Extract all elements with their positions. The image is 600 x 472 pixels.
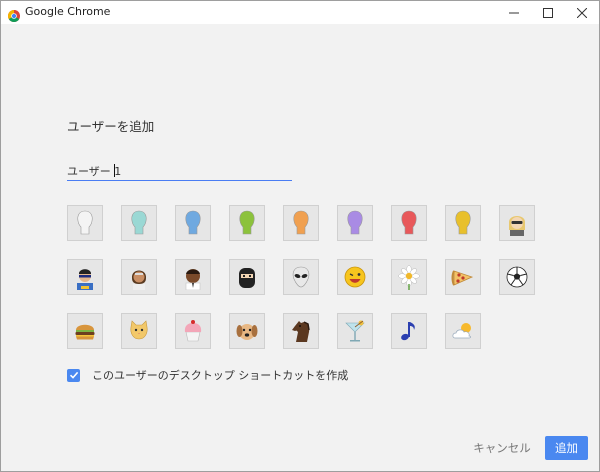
avatar-option[interactable]: [175, 205, 211, 241]
avatar-option[interactable]: [499, 205, 535, 241]
desktop-shortcut-option[interactable]: このユーザーのデスクトップ ショートカットを作成: [67, 367, 348, 383]
minimize-icon: [509, 3, 519, 22]
avatar-secret-agent-icon: [504, 210, 530, 236]
avatar-option[interactable]: [499, 259, 535, 295]
avatar-option[interactable]: [283, 205, 319, 241]
title-bar[interactable]: Google Chrome: [1, 1, 599, 24]
checkmark-icon: [69, 371, 78, 379]
avatar-dog-icon: [234, 318, 260, 344]
avatar-businessman-icon: [180, 264, 206, 290]
close-button[interactable]: [565, 1, 599, 24]
avatar-option[interactable]: [67, 259, 103, 295]
avatar-option[interactable]: [337, 205, 373, 241]
add-button[interactable]: 追加: [545, 436, 588, 460]
avatar-option[interactable]: [445, 205, 481, 241]
avatar-option[interactable]: [337, 313, 373, 349]
avatar-generic-blue-icon: [182, 210, 204, 236]
avatar-generic-orange-icon: [290, 210, 312, 236]
avatar-smiley-icon: [342, 264, 368, 290]
avatar-option[interactable]: [229, 259, 265, 295]
avatar-option[interactable]: [229, 205, 265, 241]
avatar-generic-purple-icon: [344, 210, 366, 236]
avatar-option[interactable]: [283, 313, 319, 349]
avatar-sun-cloud-icon: [450, 318, 476, 344]
avatar-music-note-icon: [396, 318, 422, 344]
chrome-window: Google Chrome ユーザーを追加 このユーザーのデスクトップ ショート…: [0, 0, 600, 472]
avatar-cat-icon: [126, 318, 152, 344]
desktop-shortcut-checkbox[interactable]: [67, 368, 80, 382]
avatar-generic-white-icon: [74, 210, 96, 236]
avatar-volleyball-player-icon: [126, 264, 152, 290]
avatar-generic-cyan-icon: [128, 210, 150, 236]
avatar-option[interactable]: [283, 259, 319, 295]
avatar-pizza-icon: [450, 264, 476, 290]
avatar-option[interactable]: [391, 313, 427, 349]
avatar-option[interactable]: [337, 259, 373, 295]
avatar-option[interactable]: [67, 205, 103, 241]
avatar-option[interactable]: [175, 313, 211, 349]
chrome-logo-icon: [7, 7, 20, 23]
avatar-horse-icon: [288, 318, 314, 344]
avatar-option[interactable]: [445, 313, 481, 349]
window-title: Google Chrome: [25, 5, 111, 18]
avatar-option[interactable]: [121, 313, 157, 349]
avatar-option[interactable]: [445, 259, 481, 295]
text-cursor: [114, 164, 115, 177]
avatar-cupcake-icon: [180, 318, 206, 344]
avatar-flower-icon: [396, 264, 422, 290]
maximize-button[interactable]: [531, 1, 565, 24]
avatar-generic-green-icon: [236, 210, 258, 236]
avatar-option[interactable]: [391, 205, 427, 241]
avatar-burger-icon: [72, 318, 98, 344]
avatar-option[interactable]: [121, 259, 157, 295]
avatar-generic-yellow-icon: [452, 210, 474, 236]
maximize-icon: [543, 3, 553, 22]
close-icon: [576, 3, 588, 22]
avatar-ninja-icon: [234, 264, 260, 290]
avatar-option[interactable]: [175, 259, 211, 295]
desktop-shortcut-label: このユーザーのデスクトップ ショートカットを作成: [92, 369, 349, 382]
cancel-button[interactable]: キャンセル: [467, 437, 537, 459]
avatar-cocktail-icon: [342, 318, 368, 344]
minimize-button[interactable]: [497, 1, 531, 24]
avatar-option[interactable]: [67, 313, 103, 349]
user-name-input[interactable]: [67, 161, 292, 181]
avatar-option[interactable]: [121, 205, 157, 241]
avatar-soccer-ball-icon: [504, 264, 530, 290]
avatar-alien-icon: [288, 264, 314, 290]
avatar-option[interactable]: [229, 313, 265, 349]
avatar-option[interactable]: [391, 259, 427, 295]
avatar-superhero-icon: [72, 264, 98, 290]
avatar-generic-red-icon: [398, 210, 420, 236]
dialog-heading: ユーザーを追加: [67, 119, 155, 134]
